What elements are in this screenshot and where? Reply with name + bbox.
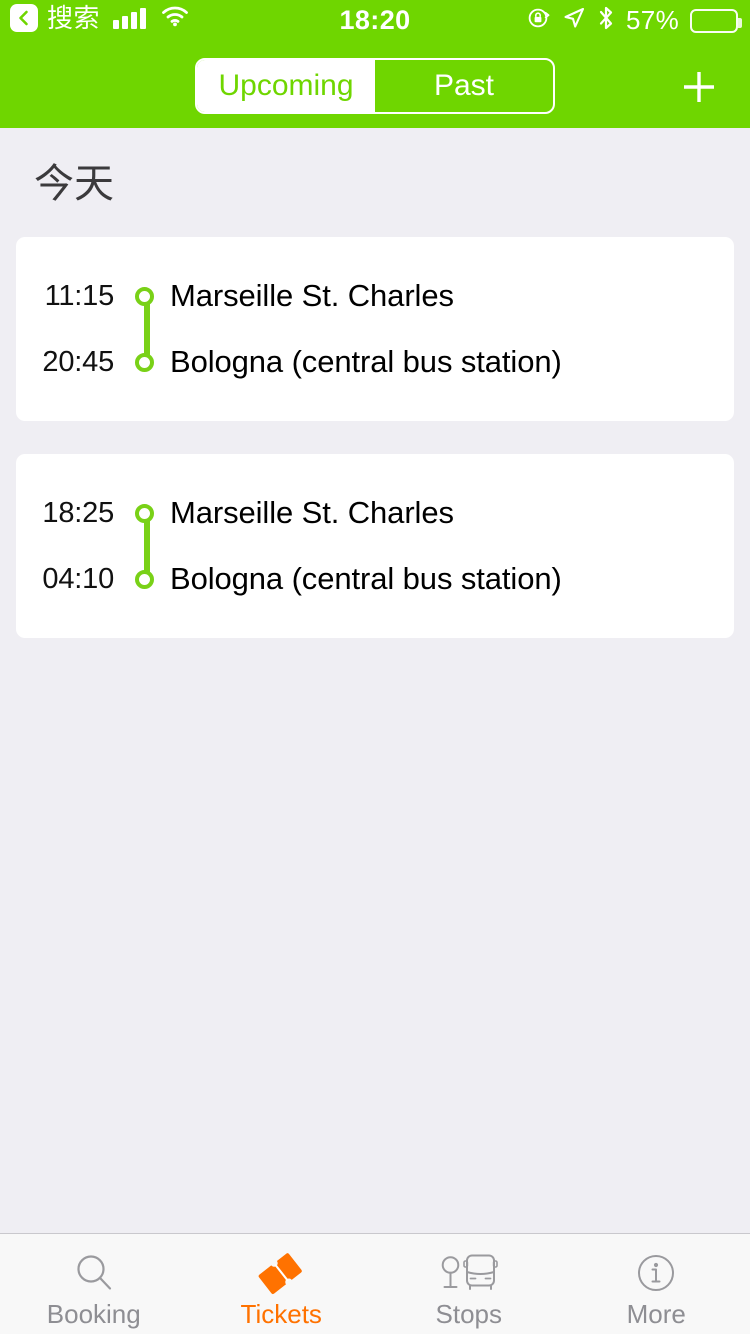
route-dot-icon xyxy=(134,352,154,372)
departure-station: Marseille St. Charles xyxy=(170,278,454,313)
departure-dot-column xyxy=(128,286,160,306)
trip-departure-row: 11:15 Marseille St. Charles xyxy=(16,263,734,329)
departure-station: Marseille St. Charles xyxy=(170,495,454,530)
arrival-time: 04:10 xyxy=(42,562,114,595)
location-arrow-icon xyxy=(562,6,586,35)
plus-icon xyxy=(684,72,714,102)
tab-label-tickets: Tickets xyxy=(240,1299,322,1329)
ticket-card[interactable]: 11:15 Marseille St. Charles 20:45 Bologn… xyxy=(16,237,734,421)
info-circle-icon xyxy=(633,1248,679,1298)
departure-time: 18:25 xyxy=(42,496,114,529)
departure-time: 11:15 xyxy=(44,279,115,312)
battery-icon xyxy=(690,8,742,33)
arrival-station: Bologna (central bus station) xyxy=(170,344,562,379)
search-icon xyxy=(72,1248,116,1298)
tab-label-booking: Booking xyxy=(46,1299,141,1329)
arrival-dot-column xyxy=(128,569,160,589)
rotation-lock-icon xyxy=(527,6,551,35)
tab-stops[interactable]: Stops xyxy=(375,1234,563,1334)
bus-stop-icon xyxy=(438,1248,500,1298)
trip-arrival-row: 20:45 Bologna (central bus station) xyxy=(16,329,734,395)
status-bar: 搜索 18:20 57% xyxy=(0,0,750,42)
route-dot-icon xyxy=(134,286,154,306)
route-dot-icon xyxy=(134,569,154,589)
arrival-station: Bologna (central bus station) xyxy=(170,561,562,596)
tab-tickets[interactable]: Tickets xyxy=(188,1234,376,1334)
arrival-dot-column xyxy=(128,352,160,372)
app-header: 搜索 18:20 57% Upcoming Past xyxy=(0,0,750,128)
ticket-icon xyxy=(257,1248,305,1298)
battery-percent-label: 57% xyxy=(626,5,679,35)
add-ticket-button[interactable] xyxy=(670,58,728,116)
status-bar-right: 57% xyxy=(527,5,742,36)
arrival-time: 20:45 xyxy=(42,345,114,378)
departure-dot-column xyxy=(128,503,160,523)
ticket-card[interactable]: 18:25 Marseille St. Charles 04:10 Bologn… xyxy=(16,454,734,638)
route-dot-icon xyxy=(134,503,154,523)
bluetooth-icon xyxy=(597,5,615,36)
segment-past[interactable]: Past xyxy=(375,60,553,112)
bottom-tab-bar: Booking Tickets Stops More xyxy=(0,1233,750,1334)
trip-arrival-row: 04:10 Bologna (central bus station) xyxy=(16,546,734,612)
segment-upcoming[interactable]: Upcoming xyxy=(197,60,375,112)
tickets-list-scroll[interactable]: 今天 11:15 Marseille St. Charles 20:45 Bol… xyxy=(0,128,750,1233)
tab-more[interactable]: More xyxy=(563,1234,750,1334)
upcoming-past-segmented-control[interactable]: Upcoming Past xyxy=(195,58,555,114)
trip-departure-row: 18:25 Marseille St. Charles xyxy=(16,480,734,546)
app-root: 搜索 18:20 57% Upcoming Past 今天 11:15 Mars… xyxy=(0,0,750,1334)
section-title-today: 今天 xyxy=(34,161,114,207)
tab-label-more: More xyxy=(626,1299,686,1329)
tab-label-stops: Stops xyxy=(435,1299,503,1329)
tab-booking[interactable]: Booking xyxy=(0,1234,188,1334)
